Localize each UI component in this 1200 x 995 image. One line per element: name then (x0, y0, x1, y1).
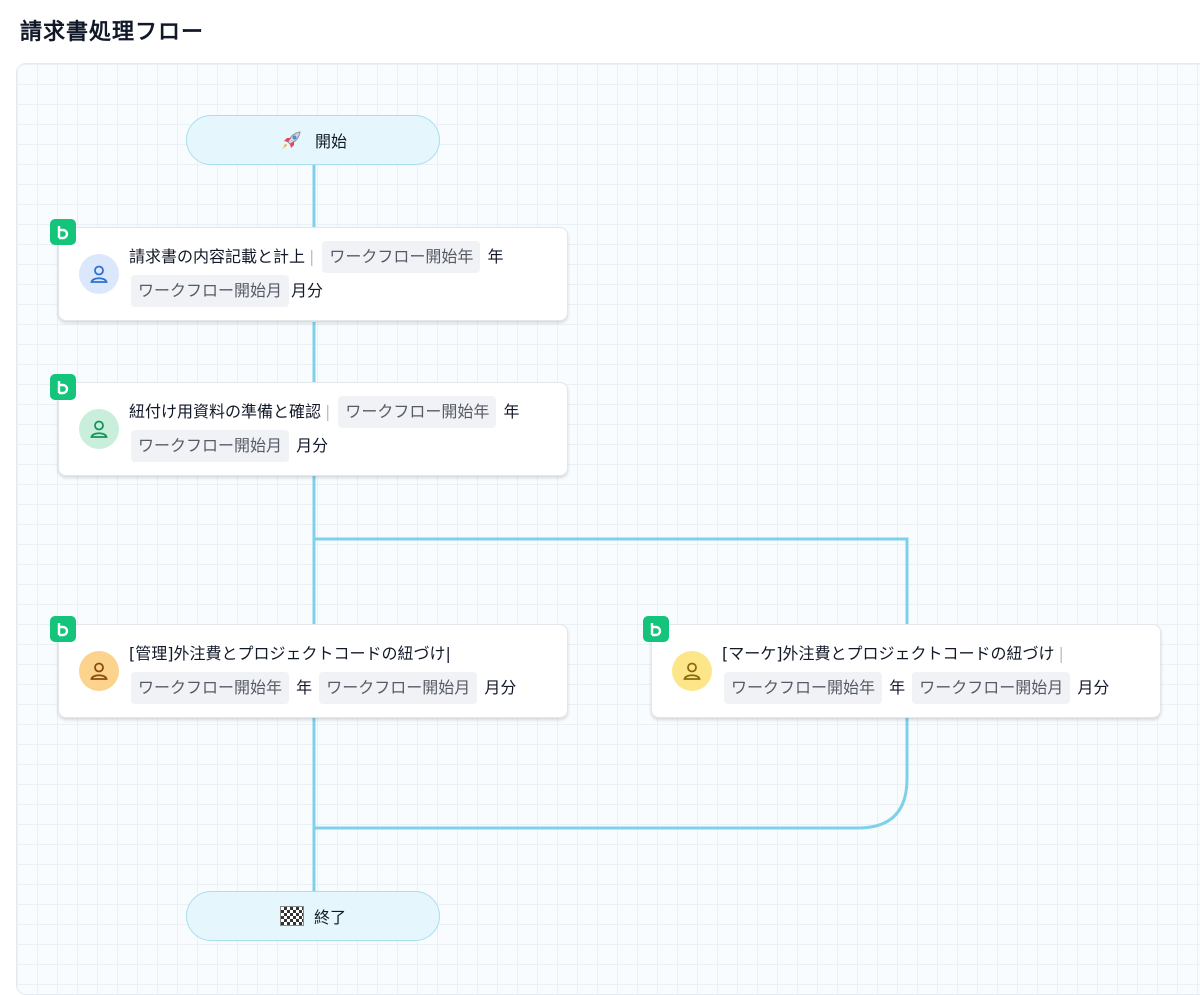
task-node-3[interactable]: [管理]外注費とプロジェクトコードの紐づけ| ワークフロー開始年 年 ワークフロ… (50, 616, 568, 718)
separator: | (325, 402, 331, 421)
year-variable-chip: ワークフロー開始年 (322, 241, 481, 273)
connector-right-merge (314, 718, 909, 830)
task-node-4[interactable]: [マーケ]外注費とプロジェクトコードの紐づけ | ワークフロー開始年 年 ワークフ… (643, 616, 1161, 718)
year-unit: 年 (296, 678, 313, 697)
task-label: 請求書の内容記載と計上 | ワークフロー開始年 年 ワークフロー開始月 月分 (129, 240, 553, 308)
year-unit: 年 (487, 247, 504, 266)
start-label: 開始 (314, 132, 347, 151)
start-node[interactable]: 開始 (186, 115, 440, 165)
flow-connectors (312, 164, 909, 891)
separator: | (309, 247, 315, 266)
task-label: [管理]外注費とプロジェクトコードの紐づけ| ワークフロー開始年 年 ワークフロ… (129, 637, 553, 705)
month-variable-chip: ワークフロー開始月 (131, 430, 290, 462)
task-title: [管理]外注費とプロジェクトコードの紐づけ| (129, 644, 451, 663)
play-badge-icon (50, 219, 76, 245)
user-icon (79, 254, 119, 294)
year-unit: 年 (503, 402, 520, 421)
month-variable-chip: ワークフロー開始月 (131, 275, 290, 307)
end-label: 終了 (313, 908, 346, 927)
user-icon (79, 651, 119, 691)
connector-branch-right (314, 537, 909, 626)
end-node[interactable]: 終了 (186, 891, 440, 941)
year-variable-chip: ワークフロー開始年 (131, 672, 290, 704)
task-node-2[interactable]: 紐付け用資料の準備と確認 | ワークフロー開始年 年 ワークフロー開始月 月分 (50, 374, 568, 476)
task-label: [マーケ]外注費とプロジェクトコードの紐づけ | ワークフロー開始年 年 ワークフ… (722, 637, 1146, 705)
task-label: 紐付け用資料の準備と確認 | ワークフロー開始年 年 ワークフロー開始月 月分 (129, 395, 553, 463)
year-variable-chip: ワークフロー開始年 (338, 396, 497, 428)
task-title: 紐付け用資料の準備と確認 (129, 402, 322, 421)
rocket-icon (281, 131, 301, 150)
task-node-1[interactable]: 請求書の内容記載と計上 | ワークフロー開始年 年 ワークフロー開始月 月分 (50, 219, 568, 321)
task-title: 請求書の内容記載と計上 (129, 247, 306, 266)
year-variable-chip: ワークフロー開始年 (724, 672, 883, 704)
play-badge-icon (643, 616, 669, 642)
page-title: 請求書処理フロー (20, 20, 205, 45)
separator: | (1058, 644, 1064, 663)
month-unit: 月分 (484, 678, 517, 697)
month-variable-chip: ワークフロー開始月 (319, 672, 478, 704)
checkered-flag-icon (279, 906, 304, 926)
user-icon (672, 651, 712, 691)
month-unit: 月分 (296, 436, 329, 455)
month-unit: 月分 (1077, 678, 1110, 697)
user-icon (79, 409, 119, 449)
task-title: [マーケ]外注費とプロジェクトコードの紐づけ (722, 644, 1055, 663)
play-badge-icon (50, 374, 76, 400)
month-unit: 月分 (291, 281, 324, 300)
play-badge-icon (50, 616, 76, 642)
month-variable-chip: ワークフロー開始月 (912, 672, 1071, 704)
year-unit: 年 (889, 678, 906, 697)
flow-canvas[interactable]: 開始 請求書の内容記載と計上 | ワークフロー開始年 年 ワークフロー開始月 月分 紐… (16, 63, 1200, 995)
